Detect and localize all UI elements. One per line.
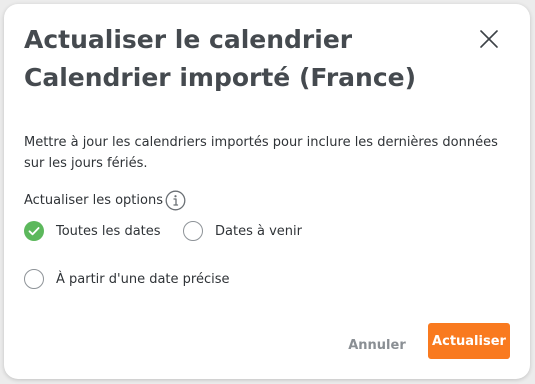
refresh-calendar-dialog: Actualiser le calendrier Calendrier impo… — [4, 4, 530, 379]
options-label: Actualiser les options — [24, 193, 163, 208]
close-icon — [480, 30, 498, 48]
option-upcoming-dates-label: Dates à venir — [215, 223, 302, 239]
refresh-button[interactable]: Actualiser — [428, 323, 510, 359]
option-upcoming-dates[interactable]: Dates à venir — [183, 221, 302, 241]
dialog-title: Actualiser le calendrier Calendrier impo… — [24, 21, 444, 97]
option-specific-date[interactable]: À partir d'une date précise — [24, 269, 230, 289]
option-all-dates[interactable]: Toutes les dates — [24, 221, 161, 241]
dialog-description: Mettre à jour les calendriers importés p… — [24, 135, 498, 171]
radio-unchecked-icon[interactable] — [183, 221, 203, 241]
cancel-button[interactable]: Annuler — [342, 330, 412, 360]
dialog-title-line-2: Calendrier importé (France) — [24, 63, 417, 92]
info-button[interactable] — [165, 190, 186, 211]
dialog-title-line-1: Actualiser le calendrier — [24, 25, 353, 54]
option-specific-date-label: À partir d'une date précise — [56, 271, 230, 287]
radio-checked-icon[interactable] — [24, 221, 44, 241]
radio-unchecked-icon[interactable] — [24, 269, 44, 289]
info-icon — [165, 190, 186, 211]
close-button[interactable] — [476, 26, 502, 52]
option-all-dates-label: Toutes les dates — [56, 223, 161, 239]
